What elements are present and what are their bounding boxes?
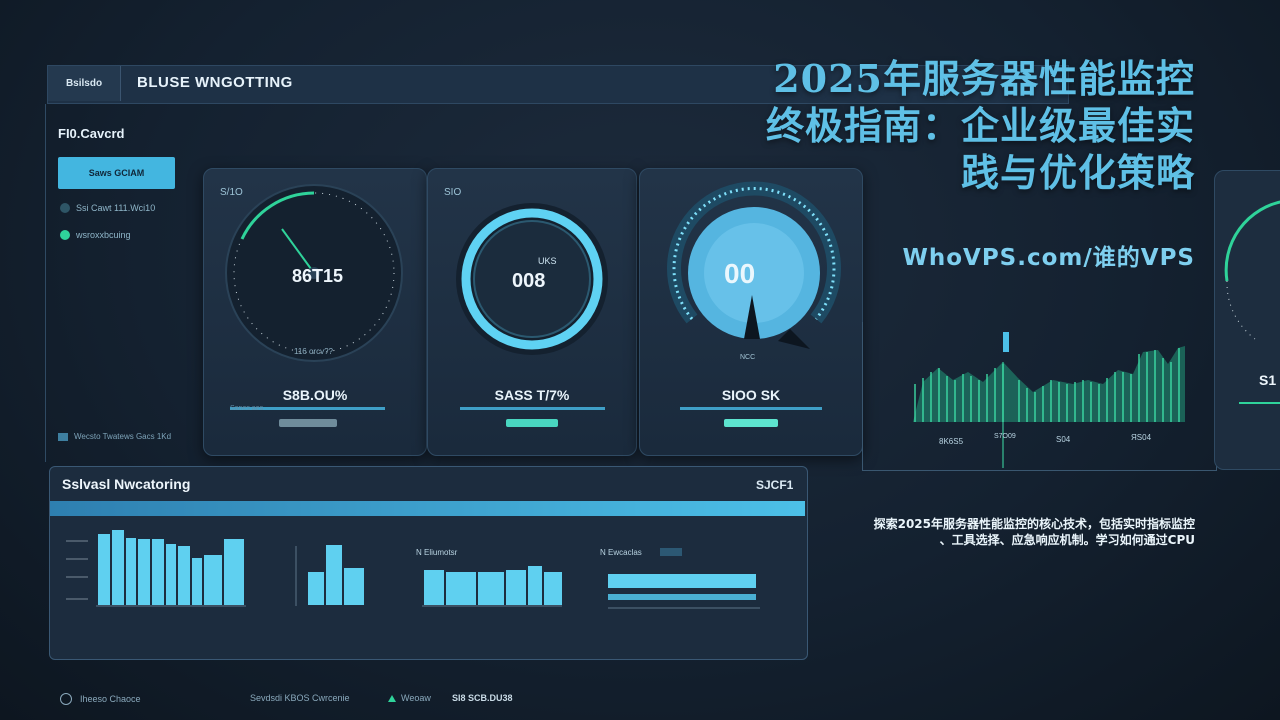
legend-swatch-icon bbox=[58, 432, 68, 441]
traffic-chart-svg: 8K6S5 S7O09 S04 ЯS04 bbox=[913, 332, 1185, 468]
gauge-card-3[interactable]: 00 NCC SIOO SK bbox=[639, 168, 863, 456]
status-dot-icon bbox=[60, 230, 70, 240]
gauge-unit: UKS bbox=[538, 256, 557, 266]
chart-x-label: 8K6S5 bbox=[939, 437, 964, 446]
panel-value: SJCF1 bbox=[756, 478, 794, 492]
headline-line-3: 践与优化策略 bbox=[960, 150, 1195, 195]
partial-gauge-card[interactable]: S1 bbox=[1214, 170, 1280, 470]
footer-status-label: Weoaw bbox=[401, 693, 431, 703]
gauge-card-2[interactable]: SIO UKS 008 SASS T/7% bbox=[427, 168, 637, 456]
chart-x-label: ЯS04 bbox=[1131, 433, 1152, 442]
app-title: BLUSE WNGOTTING bbox=[137, 74, 293, 91]
gauge-pill bbox=[506, 419, 558, 427]
gauge-pill bbox=[279, 419, 337, 427]
status-arrow-icon bbox=[388, 694, 396, 702]
footer-left-label: Iheeso Chaoce bbox=[80, 694, 141, 704]
headline-line-1: 2025年服务器性能监控 bbox=[773, 56, 1195, 101]
clock-icon bbox=[60, 693, 72, 705]
gauge-big-value: SIOO SK bbox=[721, 387, 781, 403]
sidebar-item-label: wsroxxbcuing bbox=[76, 230, 131, 240]
footer-value: SI8 SCB.DU38 bbox=[452, 693, 513, 703]
ring-gauge-icon: UKS 008 bbox=[456, 203, 608, 355]
gauge-value: 00 bbox=[724, 258, 755, 289]
gauge-bar-caption: Sanes aes bbox=[230, 405, 264, 412]
gauge-value: 86T15 bbox=[292, 266, 343, 286]
traffic-chart: 8K6S5 S7O09 S04 ЯS04 bbox=[862, 322, 1217, 471]
chart-legend-label: N Eliumotsr bbox=[416, 548, 458, 557]
sidebar-item-label: Ssi Cawt 111.Wci10 bbox=[76, 203, 156, 213]
description: 探索2025年服务器性能监控的核心技术，包括实时指标监控 、工具选择、应急响应机… bbox=[795, 516, 1195, 548]
headline-line-2: 终极指南：企业级最佳实 bbox=[765, 103, 1195, 148]
sidebar-footer: Wecsto Twatews Gacs 1Kd bbox=[58, 432, 171, 441]
monitoring-charts: N Eliumotsr N Ewcaclas bbox=[66, 530, 760, 609]
gauge-sub: 116 orcv?? bbox=[294, 347, 334, 356]
dial-gauge-icon: 00 NCC bbox=[667, 181, 841, 361]
sidebar-title: FI0.Cavcrd bbox=[58, 126, 125, 141]
gauge-progress-bar bbox=[460, 407, 605, 410]
gauge-progress-bar bbox=[680, 407, 822, 410]
status-dot-icon bbox=[60, 203, 70, 213]
partial-gauge-icon: S1 bbox=[1224, 200, 1280, 404]
gauge-big-value: SASS T/7% bbox=[494, 387, 570, 403]
gauge-dial-icon: 86T15 116 orcv?? bbox=[225, 184, 403, 362]
gauge-pill bbox=[724, 419, 778, 427]
chart-x-label: S04 bbox=[1056, 435, 1071, 444]
chart-x-label: S7O09 bbox=[994, 433, 1016, 440]
gauge-value: S1 bbox=[1259, 372, 1276, 388]
footer-middle: Sevdsdi KBOS Cwrcenie bbox=[250, 693, 350, 703]
panel-header-band bbox=[50, 501, 805, 516]
gauge-unit: NCC bbox=[740, 354, 755, 361]
footer-status: Weoaw bbox=[388, 693, 431, 703]
site-name: WhoVPS.com/谁的VPS bbox=[902, 245, 1195, 271]
panel-title: Sslvasl Nwcatoring bbox=[62, 476, 191, 492]
sidebar-item-2[interactable]: wsroxxbcuing bbox=[60, 230, 131, 240]
sidebar-footer-label: Wecsto Twatews Gacs 1Kd bbox=[74, 432, 172, 441]
description-line-1: 探索2025年服务器性能监控的核心技术，包括实时指标监控 bbox=[873, 517, 1195, 531]
footer-left[interactable]: Iheeso Chaoce bbox=[60, 693, 141, 705]
gauge-card-1[interactable]: S/1O 86T15 116 orcv?? S8B.OU% Sanes aes bbox=[203, 168, 427, 456]
app-logo[interactable]: Bsilsdo bbox=[48, 66, 121, 101]
gauge-value: 008 bbox=[512, 270, 545, 292]
sidebar-primary-button[interactable]: Saws GCIAM bbox=[58, 157, 175, 189]
chart-legend-label: N Ewcaclas bbox=[600, 548, 642, 557]
headline: 2025年服务器性能监控 终极指南：企业级最佳实 践与优化策略 bbox=[766, 55, 1195, 196]
gauge-big-value: S8B.OU% bbox=[282, 387, 348, 403]
sidebar-item-1[interactable]: Ssi Cawt 111.Wci10 bbox=[60, 203, 155, 213]
description-line-2: 、工具选择、应急响应机制。学习如何通过CPU bbox=[939, 533, 1195, 547]
